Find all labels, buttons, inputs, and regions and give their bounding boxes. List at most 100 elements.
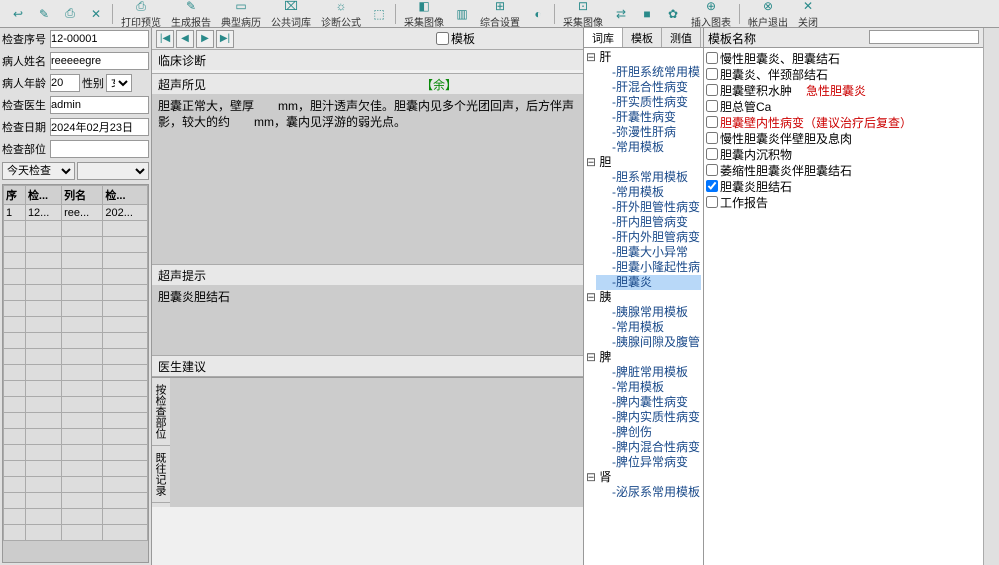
toolbar-button[interactable]: ↩ bbox=[8, 6, 28, 22]
tree-leaf[interactable]: -肝内胆管病变 bbox=[596, 215, 701, 230]
table-row[interactable] bbox=[4, 397, 148, 413]
toolbar-button[interactable]: ⎙ bbox=[60, 6, 80, 22]
tree-leaf[interactable]: -常用模板 bbox=[596, 185, 701, 200]
tree-leaf[interactable]: -脾位异常病变 bbox=[596, 455, 701, 470]
tree-leaf[interactable]: -脾内混合性病变 bbox=[596, 440, 701, 455]
check-item[interactable]: 胆囊内沉积物 bbox=[706, 146, 981, 162]
tab[interactable]: 模板 bbox=[623, 28, 662, 47]
check-item[interactable]: 胆囊炎、伴颈部结石 bbox=[706, 66, 981, 82]
grid-header[interactable]: 检... bbox=[25, 186, 61, 205]
tree-leaf[interactable]: -肝囊性病变 bbox=[596, 110, 701, 125]
check-item[interactable]: 胆囊壁积水肿 急性胆囊炎 bbox=[706, 82, 981, 98]
table-row[interactable] bbox=[4, 381, 148, 397]
tree-leaf[interactable]: -脾内囊性病变 bbox=[596, 395, 701, 410]
filter-select[interactable]: 今天检查 bbox=[2, 162, 75, 180]
template-checkbox[interactable] bbox=[706, 52, 718, 64]
toolbar-button[interactable]: ⎙打印预览 bbox=[119, 0, 163, 29]
check-search-input[interactable] bbox=[869, 30, 979, 44]
nav-next-button[interactable]: ▶ bbox=[196, 30, 214, 48]
template-checkbox[interactable] bbox=[706, 84, 718, 96]
toolbar-button[interactable]: ⊞综合设置 bbox=[478, 0, 522, 29]
template-checkbox[interactable] bbox=[706, 180, 718, 192]
tree-leaf[interactable]: -肝实质性病变 bbox=[596, 95, 701, 110]
tree-leaf[interactable]: -脾脏常用模板 bbox=[596, 365, 701, 380]
tree-leaf[interactable]: -肝内外胆管病变 bbox=[596, 230, 701, 245]
table-row[interactable] bbox=[4, 429, 148, 445]
tree-leaf[interactable]: -常用模板 bbox=[596, 140, 701, 155]
tree-leaf[interactable]: -胆囊炎 bbox=[596, 275, 701, 290]
vtab[interactable]: 按检查部位 bbox=[152, 378, 170, 446]
toolbar-button[interactable]: ▭典型病历 bbox=[219, 0, 263, 29]
nav-prev-button[interactable]: ◀ bbox=[176, 30, 194, 48]
check-item[interactable]: 工作报告 bbox=[706, 194, 981, 210]
toolbar-button[interactable]: ✎ bbox=[34, 6, 54, 22]
tree-leaf[interactable]: -脾创伤 bbox=[596, 425, 701, 440]
toolbar-button[interactable]: ✕ bbox=[86, 6, 106, 22]
check-item[interactable]: 萎缩性胆囊炎伴胆囊结石 bbox=[706, 162, 981, 178]
toolbar-button[interactable]: ■ bbox=[637, 6, 657, 22]
table-row[interactable] bbox=[4, 413, 148, 429]
tree-node[interactable]: ⊟ 肾 bbox=[586, 470, 701, 485]
toolbar-button[interactable]: ⊡采集图像 bbox=[561, 0, 605, 29]
check-item[interactable]: 胆囊壁内性病变（建议治疗后复查） bbox=[706, 114, 981, 130]
table-row[interactable] bbox=[4, 349, 148, 365]
toolbar-button[interactable]: ▥ bbox=[452, 6, 472, 22]
toolbar-button[interactable]: ⇄ bbox=[611, 6, 631, 22]
template-checkbox[interactable] bbox=[706, 100, 718, 112]
template-checkbox[interactable] bbox=[706, 116, 718, 128]
template-checkbox[interactable] bbox=[706, 196, 718, 208]
table-row[interactable] bbox=[4, 333, 148, 349]
tree-leaf[interactable]: -肝胆系统常用模 bbox=[596, 65, 701, 80]
grid-header[interactable]: 列名 bbox=[62, 186, 103, 205]
table-row[interactable] bbox=[4, 253, 148, 269]
tab[interactable]: 测值 bbox=[662, 28, 701, 47]
toolbar-button[interactable]: ✿ bbox=[663, 6, 683, 22]
name-input[interactable] bbox=[50, 52, 149, 70]
toolbar-button[interactable]: ⊗帐户退出 bbox=[746, 0, 790, 29]
table-row[interactable] bbox=[4, 221, 148, 237]
table-row[interactable] bbox=[4, 237, 148, 253]
table-row[interactable] bbox=[4, 285, 148, 301]
tree-leaf[interactable]: -肝外胆管性病变 bbox=[596, 200, 701, 215]
grid-header[interactable]: 序 bbox=[4, 186, 26, 205]
table-row[interactable] bbox=[4, 477, 148, 493]
tree-node[interactable]: ⊟ 胆 bbox=[586, 155, 701, 170]
toolbar-button[interactable]: ✎生成报告 bbox=[169, 0, 213, 29]
hint-body[interactable]: 胆囊炎胆结石 bbox=[152, 285, 583, 355]
tree-leaf[interactable]: -胆系常用模板 bbox=[596, 170, 701, 185]
grid-header[interactable]: 检... bbox=[103, 186, 148, 205]
check-item[interactable]: 胆总管Ca bbox=[706, 98, 981, 114]
table-row[interactable] bbox=[4, 461, 148, 477]
tree-leaf[interactable]: -胰腺间隙及腹管 bbox=[596, 335, 701, 350]
toolbar-button[interactable]: ⬚ bbox=[369, 6, 389, 22]
scrollbar[interactable] bbox=[983, 28, 999, 565]
toolbar-button[interactable]: ☼诊断公式 bbox=[319, 0, 363, 29]
tree-leaf[interactable]: -胰腺常用模板 bbox=[596, 305, 701, 320]
check-item[interactable]: 慢性胆囊炎、胆囊结石 bbox=[706, 50, 981, 66]
tab[interactable]: 词库 bbox=[584, 28, 623, 47]
nav-first-button[interactable]: |◀ bbox=[156, 30, 174, 48]
table-row[interactable] bbox=[4, 365, 148, 381]
table-row[interactable] bbox=[4, 317, 148, 333]
template-checkbox[interactable] bbox=[706, 68, 718, 80]
sex-select[interactable]: 女 bbox=[106, 74, 132, 92]
table-row[interactable] bbox=[4, 509, 148, 525]
table-row[interactable] bbox=[4, 269, 148, 285]
tree-leaf[interactable]: -弥漫性肝病 bbox=[596, 125, 701, 140]
toolbar-button[interactable]: ◧采集图像 bbox=[402, 0, 446, 29]
toolbar-button[interactable]: ⊕插入图表 bbox=[689, 0, 733, 29]
nav-last-button[interactable]: ▶| bbox=[216, 30, 234, 48]
tree-leaf[interactable]: -肝混合性病变 bbox=[596, 80, 701, 95]
tree-leaf[interactable]: -胆囊大小异常 bbox=[596, 245, 701, 260]
exam-no-input[interactable] bbox=[50, 30, 149, 48]
tree-node[interactable]: ⊟ 胰 bbox=[586, 290, 701, 305]
template-checkbox[interactable] bbox=[706, 148, 718, 160]
finding-link[interactable]: 【余】 bbox=[421, 76, 457, 93]
template-checkbox[interactable] bbox=[436, 32, 449, 45]
vtab[interactable]: 既往记录 bbox=[152, 446, 170, 503]
check-item[interactable]: 胆囊炎胆结石 bbox=[706, 178, 981, 194]
check-item[interactable]: 慢性胆囊炎伴壁胆及息肉 bbox=[706, 130, 981, 146]
date-input[interactable] bbox=[50, 118, 149, 136]
doctor-input[interactable] bbox=[50, 96, 149, 114]
template-checkbox[interactable] bbox=[706, 164, 718, 176]
